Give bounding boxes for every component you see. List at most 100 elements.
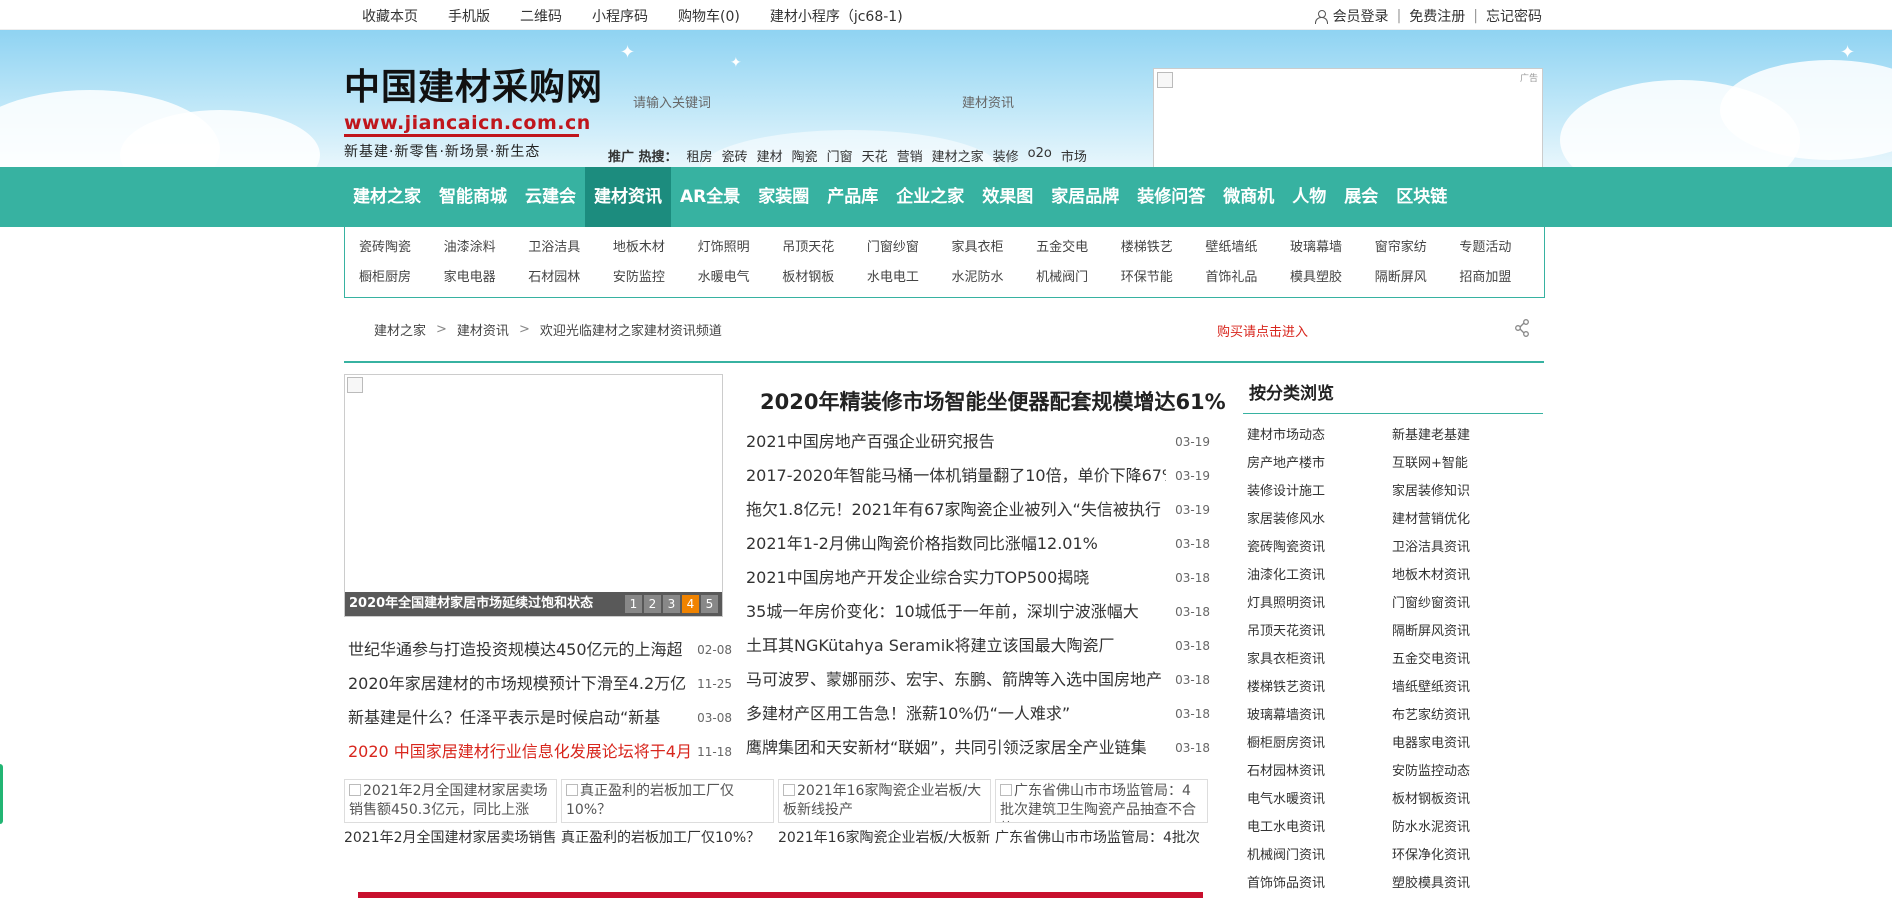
breadcrumb-section[interactable]: 建材资讯 (457, 320, 509, 339)
hotword-link[interactable]: 营销 (897, 146, 923, 165)
sidebar-category-link[interactable]: 房产地产楼市 (1247, 450, 1392, 478)
main-nav-item[interactable]: 建材之家 (344, 167, 430, 227)
main-nav-item[interactable]: 产品库 (818, 167, 887, 227)
sidebar-category-link[interactable]: 首饰饰品资讯 (1247, 870, 1392, 898)
miniprogram-link[interactable]: 小程序码 (592, 6, 648, 26)
bottom-ad-banner[interactable] (358, 892, 1203, 898)
subnav-category-link[interactable]: 地板木材 (613, 233, 698, 263)
subnav-category-link[interactable]: 环保节能 (1121, 263, 1206, 293)
slider-page-button[interactable]: 1 (625, 595, 642, 613)
sidebar-category-link[interactable]: 五金交电资讯 (1392, 646, 1537, 674)
main-nav-item[interactable]: 区块链 (1387, 167, 1456, 227)
sidebar-category-link[interactable]: 环保净化资讯 (1392, 842, 1537, 870)
subnav-category-link[interactable]: 五金交电 (1036, 233, 1121, 263)
news-title[interactable]: 2020 中国家居建材行业信息化发展论坛将于4月 (348, 735, 692, 769)
hotword-link[interactable]: 建材 (757, 146, 783, 165)
main-nav-item[interactable]: 家居品牌 (1042, 167, 1128, 227)
register-link[interactable]: 免费注册 (1409, 6, 1465, 26)
hotword-link[interactable]: 瓷砖 (722, 146, 748, 165)
sidebar-category-link[interactable]: 卫浴洁具资讯 (1392, 534, 1537, 562)
sidebar-category-link[interactable]: 防水水泥资讯 (1392, 814, 1537, 842)
list-item[interactable]: 新基建是什么？任泽平表示是时候启动“新基 03-08 (344, 701, 732, 735)
sidebar-category-link[interactable]: 装修设计施工 (1247, 478, 1392, 506)
thumbnail-card[interactable]: 2021年16家陶瓷企业岩板/大板新线投产 2021年16家陶瓷企业岩板/大板新 (778, 779, 991, 847)
news-title[interactable]: 拖欠1.8亿元！2021年有67家陶瓷企业被列入“失信被执行 (746, 493, 1166, 527)
main-nav-item[interactable]: AR全景 (671, 167, 749, 227)
sidebar-category-link[interactable]: 建材营销优化 (1392, 506, 1537, 534)
header-ad-banner[interactable]: 广告 1 2 3 (1153, 68, 1543, 167)
hotword-link[interactable]: 装修 (993, 146, 1019, 165)
thumbnail-caption[interactable]: 2021年2月全国建材家居卖场销售 (344, 827, 557, 847)
main-nav-item[interactable]: 人物 (1283, 167, 1335, 227)
list-item[interactable]: 2021中国房地产百强企业研究报告 03-19 (746, 425, 1210, 459)
sidebar-category-link[interactable]: 布艺家纺资讯 (1392, 702, 1537, 730)
sidebar-category-link[interactable]: 塑胶模具资讯 (1392, 870, 1537, 898)
thumbnail-caption[interactable]: 广东省佛山市市场监管局：4批次 (995, 827, 1208, 847)
subnav-category-link[interactable]: 水电电工 (867, 263, 952, 293)
list-item[interactable]: 拖欠1.8亿元！2021年有67家陶瓷企业被列入“失信被执行 03-19 (746, 493, 1210, 527)
forgot-password-link[interactable]: 忘记密码 (1486, 6, 1542, 26)
thumbnail-card[interactable]: 广东省佛山市市场监管局：4批次建筑卫生陶瓷产品抽查不合格 广东省佛山市市场监管局… (995, 779, 1208, 847)
sidebar-category-link[interactable]: 电器家电资讯 (1392, 730, 1537, 758)
news-title[interactable]: 鹰牌集团和天安新材“联姻”，共同引领泛家居全产业链集 (746, 731, 1166, 765)
sidebar-category-link[interactable]: 玻璃幕墙资讯 (1247, 702, 1392, 730)
list-item[interactable]: 世纪华通参与打造投资规模达450亿元的上海超 02-08 (344, 633, 732, 667)
subnav-category-link[interactable]: 板材钢板 (782, 263, 867, 293)
list-item[interactable]: 马可波罗、蒙娜丽莎、宏宇、东鹏、箭牌等入选中国房地产 03-18 (746, 663, 1210, 697)
news-title[interactable]: 新基建是什么？任泽平表示是时候启动“新基 (348, 701, 660, 735)
sidebar-category-link[interactable]: 瓷砖陶瓷资讯 (1247, 534, 1392, 562)
hotword-link[interactable]: 天花 (862, 146, 888, 165)
thumbnail-caption[interactable]: 2021年16家陶瓷企业岩板/大板新 (778, 827, 991, 847)
thumbnail-card[interactable]: 2021年2月全国建材家居卖场销售额450.3亿元，同比上涨11604.9% 2… (344, 779, 557, 847)
list-item[interactable]: 2020 中国家居建材行业信息化发展论坛将于4月 11-18 (344, 735, 732, 769)
slider-page-button[interactable]: 3 (663, 595, 680, 613)
sidebar-category-link[interactable]: 石材园林资讯 (1247, 758, 1392, 786)
sidebar-category-link[interactable]: 机械阀门资讯 (1247, 842, 1392, 870)
thumbnail-image[interactable]: 2021年2月全国建材家居卖场销售额450.3亿元，同比上涨11604.9% (344, 779, 557, 823)
subnav-category-link[interactable]: 橱柜厨房 (359, 263, 444, 293)
headline[interactable]: 2020年精装修市场智能坐便器配套规模增达61% (760, 386, 1226, 416)
subnav-category-link[interactable]: 安防监控 (613, 263, 698, 293)
subnav-category-link[interactable]: 瓷砖陶瓷 (359, 233, 444, 263)
news-title[interactable]: 马可波罗、蒙娜丽莎、宏宇、东鹏、箭牌等入选中国房地产 (746, 663, 1166, 697)
sidebar-category-link[interactable]: 互联网+智能 (1392, 450, 1537, 478)
list-item[interactable]: 多建材产区用工告急！涨薪10%仍“一人难求” 03-18 (746, 697, 1210, 731)
subnav-category-link[interactable]: 油漆涂料 (444, 233, 529, 263)
list-item[interactable]: 2021年1-2月佛山陶瓷价格指数同比涨幅12.01% 03-18 (746, 527, 1210, 561)
main-nav-item[interactable]: 微商机 (1214, 167, 1283, 227)
subnav-category-link[interactable]: 家具衣柜 (951, 233, 1036, 263)
thumbnail-card[interactable]: 真正盈利的岩板加工厂仅10%？ 真正盈利的岩板加工厂仅10%？ (561, 779, 774, 847)
subnav-category-link[interactable]: 窗帘家纺 (1375, 233, 1460, 263)
sidebar-category-link[interactable]: 门窗纱窗资讯 (1392, 590, 1537, 618)
sidebar-category-link[interactable]: 吊顶天花资讯 (1247, 618, 1392, 646)
thumbnail-image[interactable]: 广东省佛山市市场监管局：4批次建筑卫生陶瓷产品抽查不合格 (995, 779, 1208, 823)
main-nav-item[interactable]: 建材资讯 (585, 167, 671, 227)
news-title[interactable]: 多建材产区用工告急！涨薪10%仍“一人难求” (746, 697, 1166, 731)
subnav-category-link[interactable]: 楼梯铁艺 (1121, 233, 1206, 263)
bookmark-link[interactable]: 收藏本页 (362, 6, 418, 26)
sidebar-category-link[interactable]: 家居装修风水 (1247, 506, 1392, 534)
sidebar-category-link[interactable]: 地板木材资讯 (1392, 562, 1537, 590)
search-input[interactable]: 请输入关键词 (633, 92, 711, 111)
main-nav-item[interactable]: 云建会 (516, 167, 585, 227)
sidebar-category-link[interactable]: 油漆化工资讯 (1247, 562, 1392, 590)
list-item[interactable]: 2017-2020年智能马桶一体机销量翻了10倍，单价下降67% 03-19 (746, 459, 1210, 493)
site-logo[interactable]: 中国建材采购网 www.jiancaicn.com.cn 新基建·新零售·新场景… (344, 58, 603, 161)
subnav-category-link[interactable]: 门窗纱窗 (867, 233, 952, 263)
subnav-category-link[interactable]: 壁纸墙纸 (1205, 233, 1290, 263)
thumbnail-image[interactable]: 2021年16家陶瓷企业岩板/大板新线投产 (778, 779, 991, 823)
mobile-link[interactable]: 手机版 (448, 6, 490, 26)
news-title[interactable]: 35城一年房价变化：10城低于一年前，深圳宁波涨幅大 (746, 595, 1166, 629)
list-item[interactable]: 土耳其NGKütahya Seramik将建立该国最大陶瓷厂 03-18 (746, 629, 1210, 663)
sidebar-category-link[interactable]: 板材钢板资讯 (1392, 786, 1537, 814)
thumbnail-image[interactable]: 真正盈利的岩板加工厂仅10%？ (561, 779, 774, 823)
hotword-link[interactable]: o2o (1028, 146, 1052, 165)
subnav-category-link[interactable]: 机械阀门 (1036, 263, 1121, 293)
subnav-category-link[interactable]: 隔断屏风 (1375, 263, 1460, 293)
cart-link[interactable]: 购物车(0) (678, 6, 740, 26)
sidebar-category-link[interactable]: 电工水电资讯 (1247, 814, 1392, 842)
subnav-category-link[interactable]: 水暖电气 (698, 263, 783, 293)
sidebar-category-link[interactable]: 隔断屏风资讯 (1392, 618, 1537, 646)
subnav-category-link[interactable]: 卫浴洁具 (528, 233, 613, 263)
news-title[interactable]: 土耳其NGKütahya Seramik将建立该国最大陶瓷厂 (746, 629, 1166, 663)
